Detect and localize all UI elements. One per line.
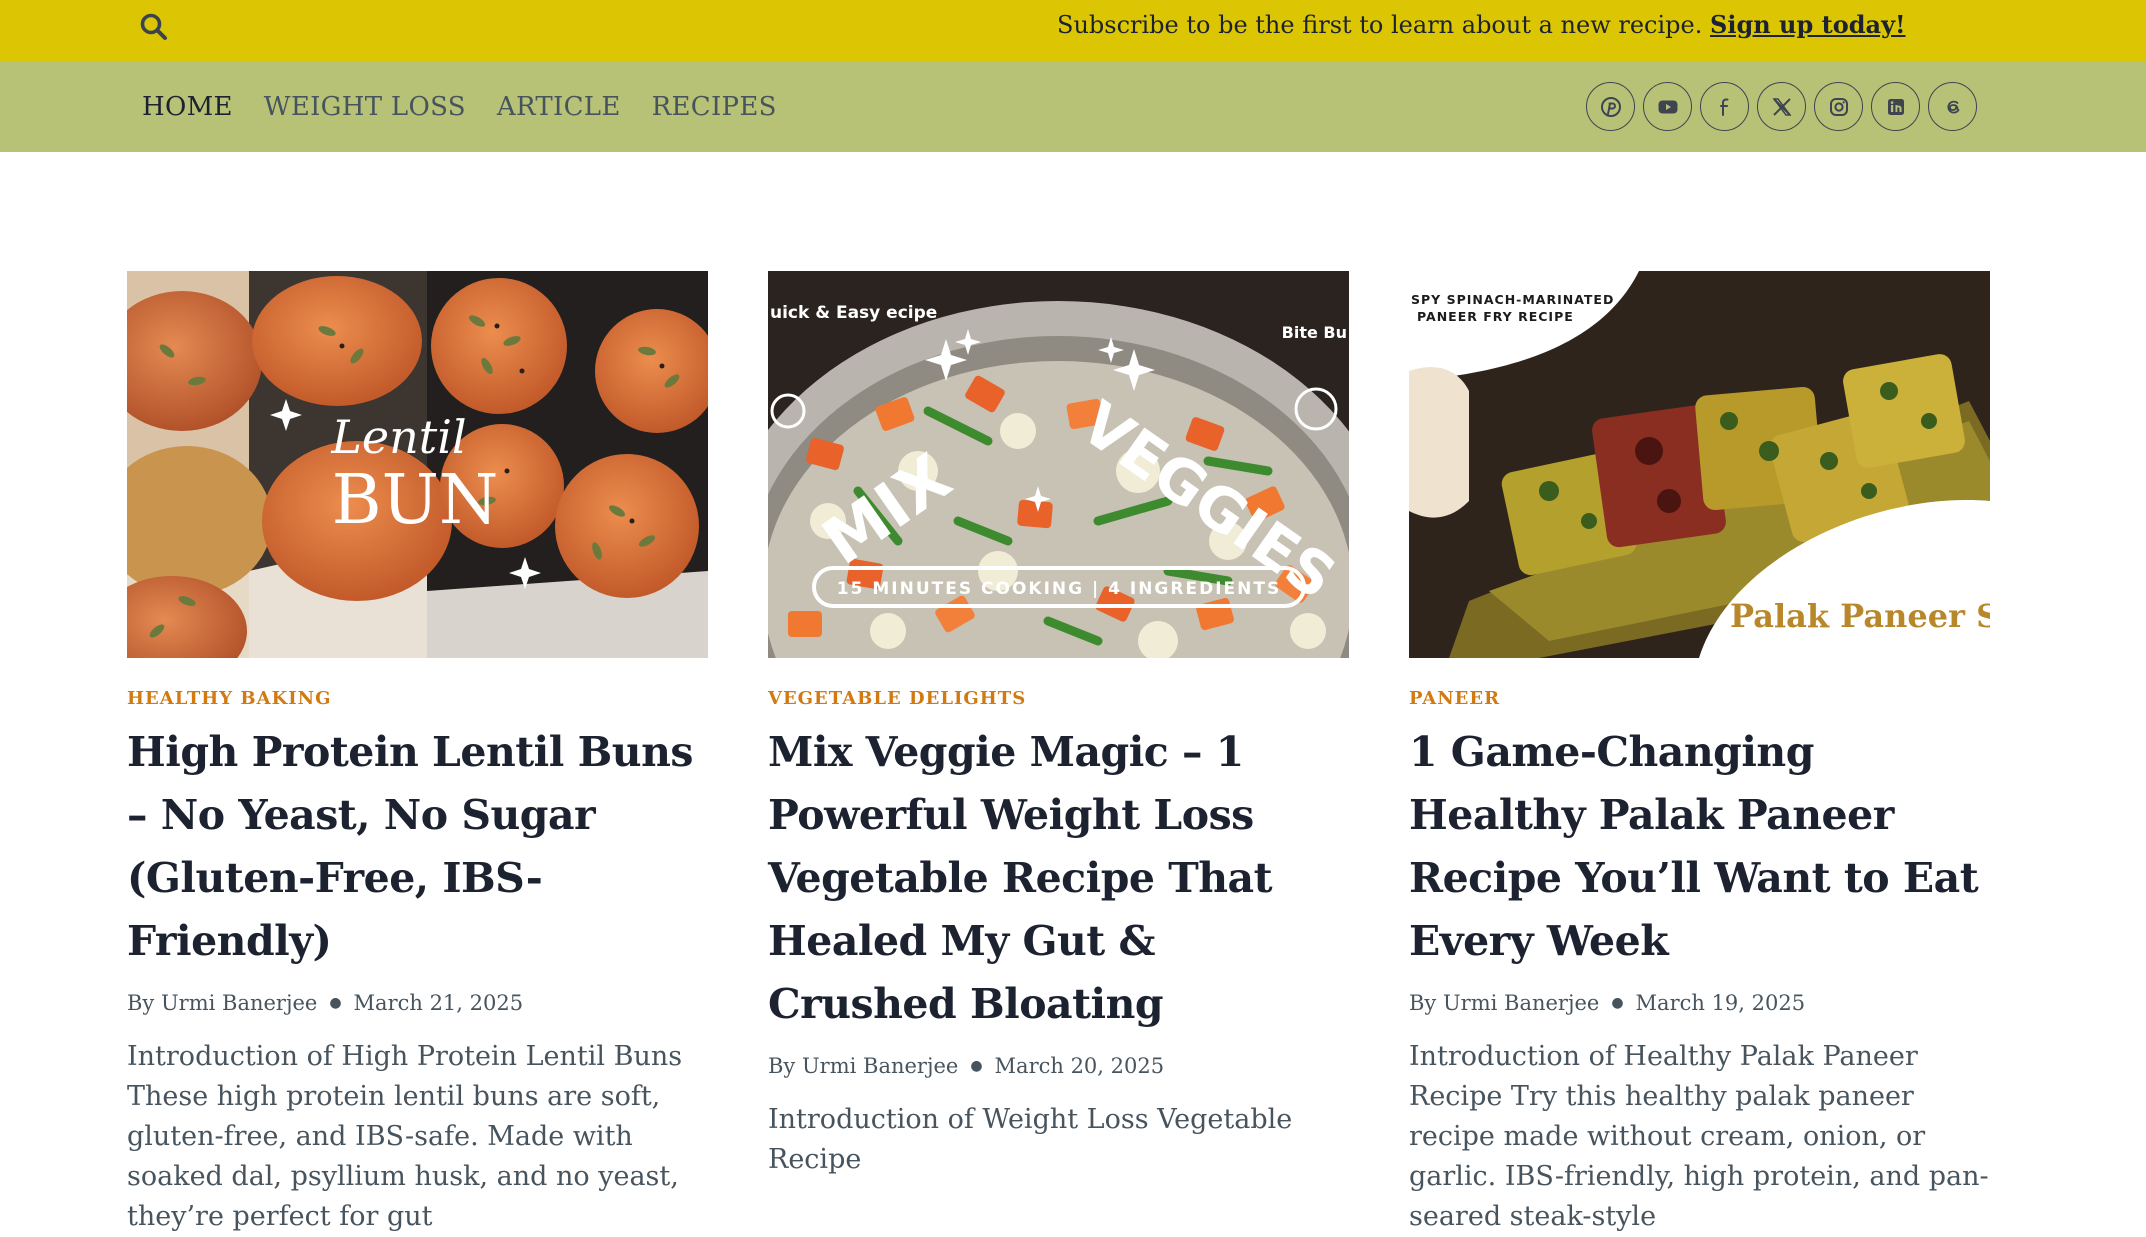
thumbnail-footer-text: Palak Paneer Ste	[1730, 597, 1990, 635]
nav-item-article[interactable]: ARTICLE	[497, 92, 621, 122]
main-navigation: HOME WEIGHT LOSS ARTICLE RECIPES	[0, 62, 2146, 152]
post-meta: By Urmi Banerjee ● March 20, 2025	[768, 1054, 1349, 1078]
post-card: Lentil BUN HEALTHY BAKING High Protein L…	[127, 271, 708, 1237]
nav-item-recipes[interactable]: RECIPES	[652, 92, 777, 122]
post-category[interactable]: VEGETABLE DELIGHTS	[768, 688, 1349, 709]
post-meta: By Urmi Banerjee ● March 21, 2025	[127, 991, 708, 1015]
signup-link[interactable]: Sign up today!	[1710, 10, 1906, 39]
thumbnail-script-text: Lentil	[330, 410, 466, 464]
instagram-icon[interactable]	[1814, 82, 1863, 131]
post-card: SPY SPINACH-MARINATED PANEER FRY RECIPE …	[1409, 271, 1990, 1237]
x-icon[interactable]	[1757, 82, 1806, 131]
youtube-icon[interactable]	[1643, 82, 1692, 131]
search-icon[interactable]	[138, 11, 170, 43]
pinterest-icon[interactable]	[1586, 82, 1635, 131]
post-card: uick & Easy ecipe Bite Bu MIX VEGGIES 15…	[768, 271, 1349, 1180]
post-title[interactable]: High Protein Lentil Buns – No Yeast, No …	[127, 721, 708, 973]
facebook-icon[interactable]	[1700, 82, 1749, 131]
post-thumbnail-palak-paneer[interactable]: SPY SPINACH-MARINATED PANEER FRY RECIPE …	[1409, 271, 1990, 658]
post-thumbnail-mix-veggies[interactable]: uick & Easy ecipe Bite Bu MIX VEGGIES 15…	[768, 271, 1349, 658]
post-author[interactable]: By Urmi Banerjee	[1409, 991, 1599, 1015]
nav-item-weight-loss[interactable]: WEIGHT LOSS	[264, 92, 466, 122]
announcement-bar: Subscribe to be the first to learn about…	[0, 0, 2146, 62]
post-category[interactable]: HEALTHY BAKING	[127, 688, 708, 709]
post-excerpt: Introduction of High Protein Lentil Buns…	[127, 1041, 683, 1232]
meta-separator: ●	[1611, 995, 1624, 1011]
post-category[interactable]: PANEER	[1409, 688, 1990, 709]
post-author[interactable]: By Urmi Banerjee	[127, 991, 317, 1015]
post-date: March 21, 2025	[353, 991, 524, 1015]
meta-separator: ●	[329, 995, 342, 1011]
post-author[interactable]: By Urmi Banerjee	[768, 1054, 958, 1078]
meta-separator: ●	[970, 1058, 983, 1074]
nav-item-home[interactable]: HOME	[142, 92, 233, 122]
post-date: March 20, 2025	[994, 1054, 1165, 1078]
post-date: March 19, 2025	[1635, 991, 1806, 1015]
thumbnail-corner-right: Bite Bu	[1282, 323, 1347, 342]
linkedin-icon[interactable]	[1871, 82, 1920, 131]
thumbnail-header-line2: PANEER FRY RECIPE	[1417, 309, 1574, 324]
post-title[interactable]: 1 Game-Changing Healthy Palak Paneer Rec…	[1409, 721, 1990, 973]
subscribe-text: Subscribe to be the first to learn about…	[1057, 11, 1703, 39]
post-thumbnail-lentil-buns[interactable]: Lentil BUN	[127, 271, 708, 658]
thumbnail-header-line1: SPY SPINACH-MARINATED	[1411, 292, 1614, 307]
post-excerpt: Introduction of Weight Loss Vegetable Re…	[768, 1104, 1293, 1175]
thumbnail-main-text: BUN	[332, 461, 499, 540]
post-meta: By Urmi Banerjee ● March 19, 2025	[1409, 991, 1990, 1015]
threads-icon[interactable]	[1928, 82, 1977, 131]
subscribe-notice: Subscribe to be the first to learn about…	[1057, 0, 1906, 50]
thumbnail-badge: 15 MINUTES COOKING | 4 INGREDIENTS	[837, 579, 1281, 599]
primary-menu: HOME WEIGHT LOSS ARTICLE RECIPES	[142, 62, 777, 152]
thumbnail-corner-left: uick & Easy ecipe	[770, 303, 937, 323]
post-excerpt: Introduction of Healthy Palak Paneer Rec…	[1409, 1041, 1989, 1232]
post-title[interactable]: Mix Veggie Magic – 1 Powerful Weight Los…	[768, 721, 1349, 1036]
social-links	[1586, 82, 1977, 131]
